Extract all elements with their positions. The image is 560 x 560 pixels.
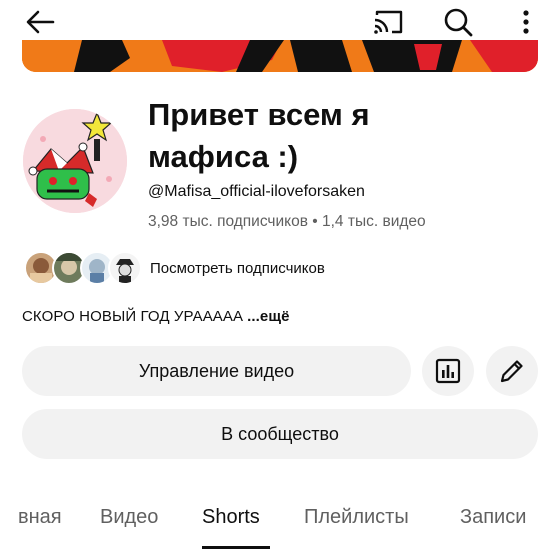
view-subscribers-label[interactable]: Посмотреть подписчиков bbox=[150, 260, 325, 277]
edit-channel-button[interactable] bbox=[486, 346, 538, 396]
back-button[interactable] bbox=[20, 4, 60, 40]
avatar-artwork bbox=[23, 109, 127, 213]
search-icon bbox=[444, 8, 473, 37]
tab-playlists[interactable]: Плейлисты bbox=[304, 506, 409, 529]
banner-artwork bbox=[22, 40, 538, 72]
tab-home[interactable]: вная bbox=[18, 506, 62, 529]
view-subscribers-row[interactable]: Посмотреть подписчиков bbox=[24, 250, 384, 288]
channel-title: Привет всем я мафиса :) bbox=[148, 97, 370, 174]
channel-tabs: вная Видео Shorts Плейлисты Записи bbox=[0, 496, 560, 560]
search-button[interactable] bbox=[436, 2, 480, 42]
tab-videos[interactable]: Видео bbox=[100, 506, 158, 529]
analytics-icon bbox=[435, 358, 461, 384]
more-options-button[interactable] bbox=[506, 2, 546, 42]
tab-shorts[interactable]: Shorts bbox=[202, 506, 260, 529]
active-tab-indicator bbox=[202, 546, 270, 549]
channel-stats: 3,98 тыс. подписчиков • 1,4 тыс. видео bbox=[148, 213, 426, 230]
channel-handle: @Mafisa_official-iloveforsaken bbox=[148, 183, 365, 200]
pencil-icon bbox=[500, 360, 523, 383]
channel-description[interactable]: СКОРО НОВЫЙ ГОД УРААААА ...ещё bbox=[22, 308, 290, 325]
top-app-bar bbox=[0, 0, 560, 44]
description-more-link[interactable]: ...ещё bbox=[247, 308, 289, 325]
more-vertical-icon bbox=[523, 10, 529, 34]
community-button[interactable]: В сообщество bbox=[22, 409, 538, 459]
cast-button[interactable] bbox=[366, 2, 410, 42]
channel-avatar[interactable] bbox=[23, 109, 127, 213]
subscriber-avatar bbox=[108, 251, 142, 285]
manage-videos-button[interactable]: Управление видео bbox=[22, 346, 411, 396]
description-text: СКОРО НОВЫЙ ГОД УРААААА bbox=[22, 308, 244, 325]
tab-posts[interactable]: Записи bbox=[460, 506, 526, 529]
cast-icon bbox=[374, 10, 403, 34]
analytics-button[interactable] bbox=[422, 346, 474, 396]
channel-banner bbox=[22, 40, 538, 72]
arrow-left-icon bbox=[26, 10, 55, 34]
subscriber-avatars bbox=[24, 250, 142, 288]
